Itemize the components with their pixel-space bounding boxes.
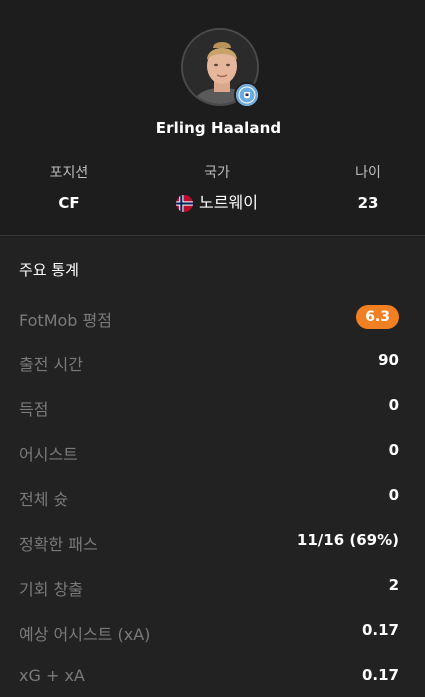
player-header: Erling Haaland 포지션 CF 국가 노르웨이 나이 23 [0,0,425,236]
rating-badge: 6.3 [356,305,399,329]
norway-flag-icon [176,194,194,212]
stat-label: 어시스트 [19,445,78,464]
stat-value: 0.17 [361,621,399,639]
stat-value: 0 [388,396,399,414]
stat-label: 정확한 패스 [19,535,98,554]
country-label: 국가 [204,165,230,181]
stat-row-goals: 득점 0 [0,392,425,420]
stat-row-expected-assists: 예상 어시스트 (xA) 0.17 [0,617,425,645]
stat-row-rating: FotMob 평점 6.3 [0,303,425,331]
position-value: CF [58,194,80,212]
stat-label: xG + xA [19,666,85,685]
age-info: 나이 23 [328,163,408,213]
stat-label: 출전 시간 [19,355,83,374]
stat-row-xg-plus-xa: xG + xA 0.17 [0,662,425,690]
stat-row-total-shots: 전체 슛 0 [0,482,425,510]
stat-label: 기회 창출 [19,580,83,599]
country-value: 노르웨이 [199,193,258,212]
stat-value: 0 [388,441,399,459]
position-label: 포지션 [49,165,89,181]
top-stats-title: 주요 통계 [19,261,79,279]
stat-row-assists: 어시스트 0 [0,437,425,465]
stat-value: 2 [388,576,399,594]
stat-value: 0.17 [361,666,399,684]
stat-row-minutes: 출전 시간 90 [0,347,425,375]
player-info-row: 포지션 CF 국가 노르웨이 나이 23 [0,163,425,223]
stat-row-accurate-passes: 정확한 패스 11/16 (69%) [0,527,425,555]
stat-value: 90 [378,351,399,369]
top-stats-section: 주요 통계 FotMob 평점 6.3 출전 시간 90 득점 0 어시스트 0… [0,237,425,697]
age-value: 23 [357,194,379,212]
stat-label: FotMob 평점 [19,311,112,330]
player-name: Erling Haaland [155,119,282,137]
stat-row-chances-created: 기회 창출 2 [0,572,425,600]
stat-value: 11/16 (69%) [296,531,399,549]
stat-value: 0 [388,486,399,504]
stat-label: 예상 어시스트 (xA) [19,625,151,644]
age-label: 나이 [355,165,381,181]
stat-label: 득점 [19,400,49,419]
country-value-row: 노르웨이 [152,193,282,213]
player-stats-card: Erling Haaland 포지션 CF 국가 노르웨이 나이 23 주요 통… [0,0,425,697]
position-info: 포지션 CF [26,163,112,213]
country-info: 국가 노르웨이 [152,163,282,213]
club-badge-icon [234,82,260,108]
stat-label: 전체 슛 [19,490,69,509]
